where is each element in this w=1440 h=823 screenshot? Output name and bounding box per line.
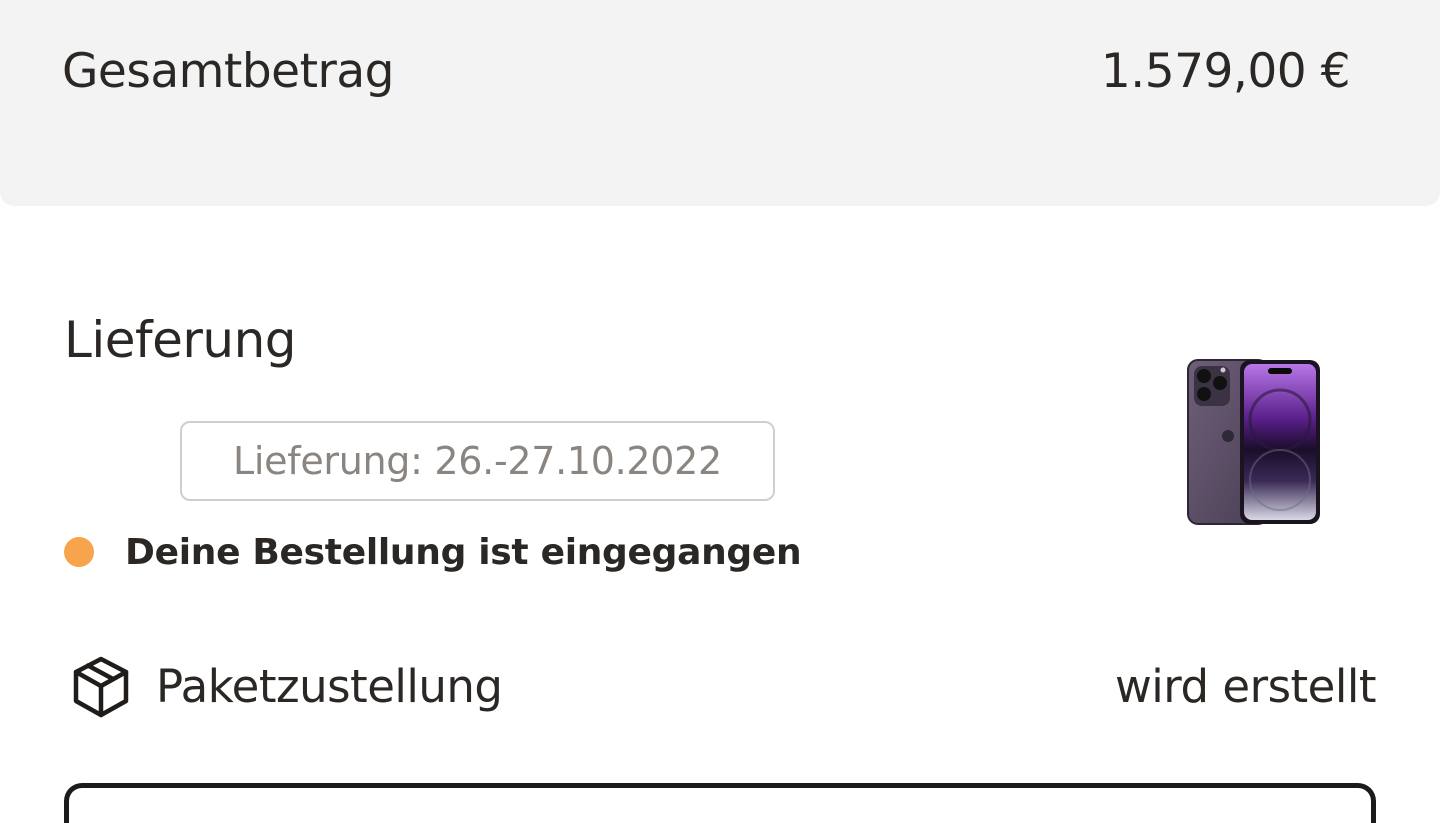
package-status: wird erstellt (1115, 660, 1377, 713)
total-label: Gesamtbetrag (62, 44, 394, 99)
package-delivery-row[interactable]: Paketzustellung wird erstellt (72, 652, 1377, 722)
order-summary: Gesamtbetrag 1.579,00 € (0, 0, 1440, 206)
order-status: Deine Bestellung ist eingegangen (64, 524, 802, 580)
smartphone-product-image[interactable] (1186, 358, 1322, 526)
total-value: 1.579,00 € (1100, 44, 1351, 99)
delivery-date-box: Lieferung: 26.-27.10.2022 (180, 421, 775, 501)
delivery-title: Lieferung (64, 311, 297, 369)
package-label: Paketzustellung (156, 660, 503, 713)
next-card (64, 783, 1376, 823)
package-box-icon (73, 656, 129, 718)
status-dot-icon (64, 537, 94, 567)
status-text: Deine Bestellung ist eingegangen (125, 531, 802, 573)
